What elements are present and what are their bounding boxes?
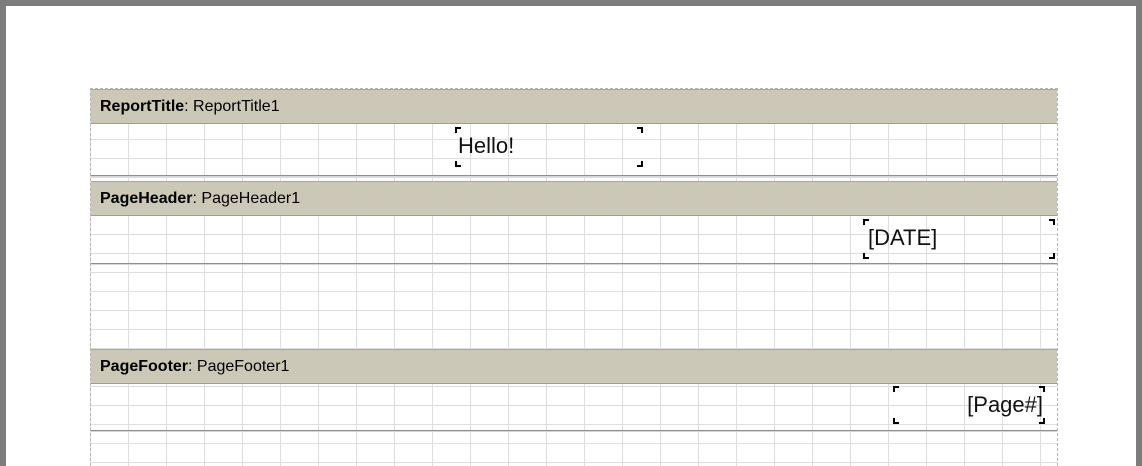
section-type-label: ReportTitle <box>100 98 185 115</box>
page-footer-band-header[interactable]: PageFooter: PageFooter1 <box>91 349 1057 384</box>
report-design-surface[interactable]: ReportTitle: ReportTitle1 Hello! PageHea… <box>90 88 1058 466</box>
section-type-label: PageFooter <box>100 358 189 375</box>
textbox-value: [DATE] <box>868 225 938 250</box>
hello-textbox[interactable]: Hello! <box>455 127 643 167</box>
section-separator: : <box>184 98 194 115</box>
page-header-band-header[interactable]: PageHeader: PageHeader1 <box>91 181 1057 216</box>
selection-corner-icon <box>637 161 643 167</box>
section-divider <box>91 263 1057 265</box>
date-textbox[interactable]: [DATE] <box>863 219 1055 259</box>
selection-corner-icon <box>1049 253 1055 259</box>
section-name-label: PageHeader1 <box>201 190 301 207</box>
textbox-value: Hello! <box>458 133 515 158</box>
selection-corner-icon <box>455 161 461 167</box>
textbox-value: [Page#] <box>967 392 1043 417</box>
section-name-label: PageFooter1 <box>196 358 290 375</box>
selection-corner-icon <box>863 253 869 259</box>
page-number-textbox[interactable]: [Page#] <box>893 386 1045 424</box>
selection-corner-icon <box>1049 219 1055 225</box>
report-title-band-header[interactable]: ReportTitle: ReportTitle1 <box>91 89 1057 124</box>
section-name-label: ReportTitle1 <box>193 98 280 115</box>
selection-corner-icon <box>893 386 899 392</box>
section-type-label: PageHeader <box>100 190 193 207</box>
section-divider <box>91 430 1057 432</box>
selection-corner-icon <box>637 127 643 133</box>
selection-corner-icon <box>893 418 899 424</box>
section-separator: : <box>188 358 197 375</box>
section-divider <box>91 175 1057 177</box>
